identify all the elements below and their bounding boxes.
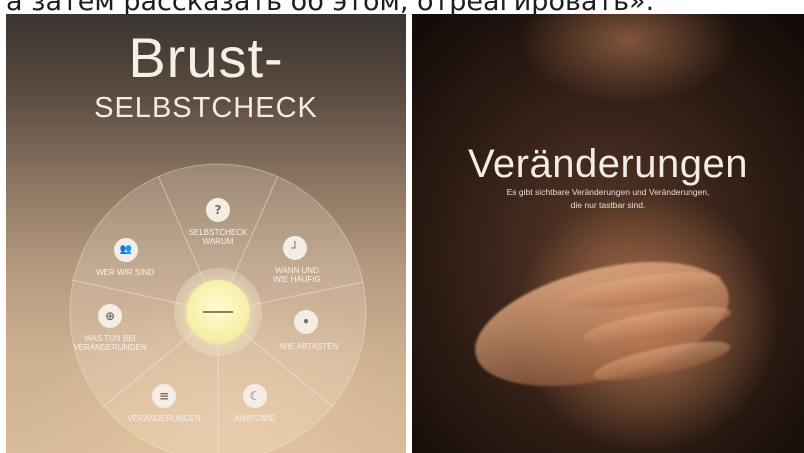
- screen-title: Veränderungen: [467, 142, 749, 186]
- menu-item-label: WIE ABTASTEN: [279, 342, 339, 351]
- menu-item-label: WER WIR SIND: [96, 268, 154, 277]
- menu-item-label: WANN UND WIE HÄUFIG: [273, 266, 321, 284]
- menu-item-label: ANATOMIE: [234, 414, 276, 423]
- center-toggle-button[interactable]: [186, 280, 250, 344]
- menu-item-label: WAS TUN BEI VERÄNDERUNGEN: [73, 334, 147, 352]
- clock-icon: ┘: [283, 236, 307, 260]
- menu-item-label: SELBSTCHECK WARUM: [188, 228, 248, 246]
- menu-item-selbstcheck-warum[interactable]: SELBSTCHECK WARUM: [180, 228, 256, 246]
- subtitle-line: die nur tastbar sind.: [570, 200, 646, 210]
- list-icon: ≡: [152, 384, 176, 408]
- minus-icon: [203, 311, 233, 313]
- magnifier-icon: ⊕: [98, 304, 122, 328]
- brust-selbstcheck-screen: Brust- SELBSTCHECK ? SELBSTCHECK WARUM ┘…: [6, 14, 406, 453]
- screen-subtitle: Es gibt sichtbare Veränderungen und Verä…: [412, 186, 804, 212]
- menu-wheel: ? SELBSTCHECK WARUM ┘ WANN UND WIE HÄUFI…: [68, 162, 368, 453]
- menu-item-anatomie[interactable]: ANATOMIE: [228, 414, 282, 423]
- menu-item-veraenderungen[interactable]: VERÄNDERUNGEN: [126, 414, 202, 423]
- veraenderungen-screen: Veränderungen Es gibt sichtbare Veränder…: [412, 14, 804, 453]
- subtitle-line: Es gibt sichtbare Veränderungen und Verä…: [506, 187, 710, 197]
- question-icon: ?: [206, 198, 230, 222]
- menu-item-label: VERÄNDERUNGEN: [127, 414, 201, 423]
- app-title: Brust-: [128, 26, 284, 89]
- menu-item-was-tun-bei-veraenderungen[interactable]: WAS TUN BEI VERÄNDERUNGEN: [70, 334, 150, 352]
- anatomy-icon: ☾: [243, 384, 267, 408]
- menu-item-wann-und-wie-haeufig[interactable]: WANN UND WIE HÄUFIG: [268, 266, 326, 284]
- touch-icon: •: [294, 310, 318, 334]
- people-icon: 👥: [114, 238, 138, 262]
- menu-item-wer-wir-sind[interactable]: WER WIR SIND: [90, 268, 160, 277]
- app-subtitle: SELBSTCHECK: [94, 92, 318, 124]
- menu-item-wie-abtasten[interactable]: WIE ABTASTEN: [274, 342, 344, 351]
